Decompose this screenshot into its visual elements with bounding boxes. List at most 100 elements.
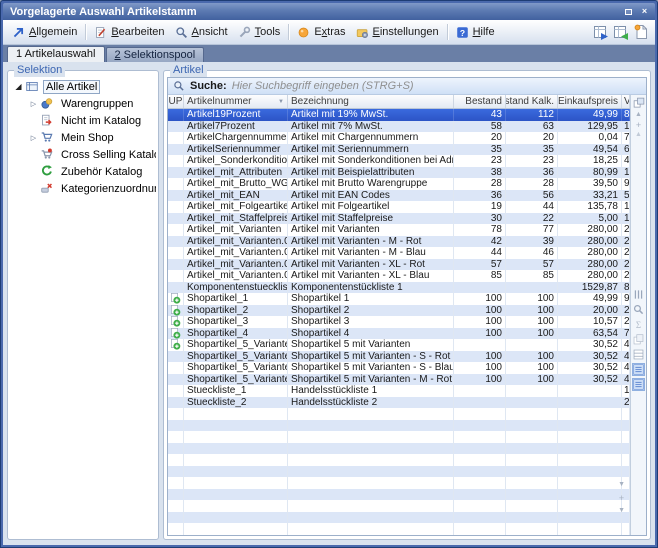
menu-item-bearbeiten[interactable]: Bearbeiten	[89, 24, 169, 41]
empty-row[interactable]	[168, 443, 630, 455]
table-row[interactable]: Artikel_mit_FolgeartikelArtikel mit Folg…	[168, 201, 630, 213]
empty-row[interactable]	[168, 420, 630, 432]
tree-item-kategorienzuordnung-entfernen[interactable]: Kategorienzuordnung entfernen	[10, 180, 156, 197]
cell-b	[454, 443, 506, 455]
cell-bk: 23	[506, 155, 558, 167]
scroll-center2-icon[interactable]: +	[619, 494, 624, 502]
cell-bez: Shopartikel 4	[288, 328, 454, 340]
table-row[interactable]: Shopartikel_3Shopartikel 310010010,5721,	[168, 316, 630, 328]
collapse-arrow-icon[interactable]: ◢	[13, 82, 24, 91]
close-button[interactable]: ×	[638, 6, 651, 17]
tree-item-mein-shop[interactable]: ▷Mein Shop	[10, 129, 156, 146]
export-grid-icon[interactable]	[593, 24, 609, 40]
column-header-bk[interactable]: Bestand Kalk.	[506, 95, 558, 108]
table-row[interactable]: Shopartikel_5_Varianten.2Shopartikel 5 m…	[168, 362, 630, 374]
column-chooser-icon[interactable]	[633, 97, 645, 109]
table-row[interactable]: Artikel_mit_Brutto_WGRArtikel mit Brutto…	[168, 178, 630, 190]
tree-item-cross-selling-katalog[interactable]: Cross Selling Katalog	[10, 146, 156, 163]
empty-row[interactable]	[168, 408, 630, 420]
cell-vk: 294	[622, 247, 630, 259]
scroll-prev-icon[interactable]: ▲	[635, 130, 642, 140]
table-row[interactable]: Stueckliste_2Handelsstückliste 2229	[168, 397, 630, 409]
column-header-vk[interactable]: Ve	[622, 95, 630, 108]
layout-grid-icon[interactable]	[633, 349, 644, 360]
menu-item-einstellungen[interactable]: Einstellungen	[351, 24, 444, 41]
table-row[interactable]: Artikel_mit_Varianten.004Artikel mit Var…	[168, 247, 630, 259]
menu-item-ansicht[interactable]: Ansicht	[170, 24, 233, 41]
new-document-icon[interactable]	[633, 24, 649, 40]
tree-item-nicht-im-katalog[interactable]: Nicht im Katalog	[10, 112, 156, 129]
column-header-ek[interactable]: Einkaufspreis	[558, 95, 622, 108]
expand-arrow-icon[interactable]: ▷	[28, 100, 39, 108]
empty-row[interactable]	[168, 500, 630, 512]
table-row[interactable]: Shopartikel_5_Varianten.1Shopartikel 5 m…	[168, 351, 630, 363]
scroll-last-icon[interactable]: ▼	[618, 507, 625, 515]
table-row[interactable]: Shopartikel_2Shopartikel 210010020,0025,	[168, 305, 630, 317]
empty-row[interactable]	[168, 454, 630, 466]
empty-row[interactable]	[168, 466, 630, 478]
scroll-center-icon[interactable]: +	[636, 120, 641, 130]
column-header-b[interactable]: Bestand	[454, 95, 506, 108]
search-input[interactable]: Hier Suchbegriff eingeben (STRG+S)	[232, 80, 641, 92]
tree-item-warengruppen[interactable]: ▷Warengruppen	[10, 95, 156, 112]
menu-item-allgemein[interactable]: Allgemein	[7, 24, 82, 41]
table-row[interactable]: Komponentenstueckliste_1Komponentenstück…	[168, 282, 630, 294]
table-row[interactable]: Artikel_mit_Varianten.003Artikel mit Var…	[168, 236, 630, 248]
table-row[interactable]: Artikel_mit_VariantenArtikel mit Variant…	[168, 224, 630, 236]
cell-bk	[506, 282, 558, 294]
svg-text:Σ: Σ	[636, 320, 641, 330]
empty-row[interactable]	[168, 477, 630, 489]
table-row[interactable]: Artikel_SonderkonditionenArtikel mit Son…	[168, 155, 630, 167]
cell-b	[454, 500, 506, 512]
menu-item-label: Tools	[255, 26, 281, 38]
row-list-icon-2[interactable]	[633, 379, 644, 390]
copy-grid-icon[interactable]	[633, 334, 644, 345]
table-row[interactable]: Shopartikel_5_Varianten.3Shopartikel 5 m…	[168, 374, 630, 386]
empty-row[interactable]	[168, 489, 630, 501]
band-columns-icon[interactable]	[633, 289, 644, 300]
menu-item-hilfe[interactable]: ?Hilfe	[451, 24, 500, 41]
empty-row[interactable]	[168, 512, 630, 524]
window-title: Vorgelagerte Auswahl Artikelstamm	[10, 6, 197, 18]
cell-vk: 40,	[622, 362, 630, 374]
scroll-first-icon[interactable]: ▲	[635, 110, 642, 120]
cell-nr: Artikel_mit_Varianten.006	[184, 270, 288, 282]
menu-item-extras[interactable]: Extras	[292, 24, 350, 41]
menu-item-tools[interactable]: Tools	[233, 24, 286, 41]
empty-row[interactable]	[168, 523, 630, 535]
table-row[interactable]: Artikel_mit_AttributenArtikel mit Beispi…	[168, 167, 630, 179]
cell-b: 28	[454, 178, 506, 190]
tree-item-alle-artikel[interactable]: ◢Alle Artikel	[10, 78, 156, 95]
expand-arrow-icon[interactable]: ▷	[28, 134, 39, 142]
table-row[interactable]: Artikel_mit_Varianten.005Artikel mit Var…	[168, 259, 630, 271]
table-row[interactable]: Shopartikel_5_VariantenShopartikel 5 mit…	[168, 339, 630, 351]
empty-row[interactable]	[168, 535, 630, 536]
table-row[interactable]: ArtikelSeriennummerArtikel mit Seriennum…	[168, 144, 630, 156]
import-grid-icon[interactable]	[613, 24, 629, 40]
tree-item-zubehör-katalog[interactable]: Zubehör Katalog	[10, 163, 156, 180]
column-header-bez[interactable]: Bezeichnung	[288, 95, 454, 108]
table-row[interactable]: Artikel19ProzentArtikel mit 19% MwSt.431…	[168, 109, 630, 121]
magnifier-small-icon[interactable]	[633, 304, 644, 315]
table-row[interactable]: Artikel_mit_StaffelpreiseArtikel mit Sta…	[168, 213, 630, 225]
row-list-icon[interactable]	[633, 364, 644, 375]
cell-up	[168, 282, 184, 294]
table-row[interactable]: Shopartikel_4Shopartikel 410010063,5472,	[168, 328, 630, 340]
tab-1-artikelauswahl[interactable]: 1 Artikelauswahl	[7, 46, 105, 62]
cell-bk: 56	[506, 190, 558, 202]
table-row[interactable]: Shopartikel_1Shopartikel 110010049,9992,	[168, 293, 630, 305]
table-row[interactable]: Artikel_mit_EANArtikel mit EAN Codes3656…	[168, 190, 630, 202]
empty-row[interactable]	[168, 431, 630, 443]
scroll-next-icon[interactable]: ▼	[618, 481, 625, 489]
table-row[interactable]: Artikel7ProzentArtikel mit 7% MwSt.58631…	[168, 121, 630, 133]
table-row[interactable]: ArtikelChargennummerArtikel mit Chargenn…	[168, 132, 630, 144]
tab-2-selektionspool[interactable]: 2 Selektionspool	[106, 47, 205, 62]
restore-button[interactable]	[622, 6, 635, 17]
cell-up	[168, 512, 184, 524]
sum-icon[interactable]: Σ	[633, 319, 644, 330]
table-row[interactable]: Artikel_mit_Varianten.006Artikel mit Var…	[168, 270, 630, 282]
cell-ek: 30,52	[558, 339, 622, 351]
table-row[interactable]: Stueckliste_1Handelsstückliste 1184	[168, 385, 630, 397]
column-header-up[interactable]: UP	[168, 95, 184, 108]
column-header-nr[interactable]: Artikelnummer▼	[184, 95, 288, 108]
